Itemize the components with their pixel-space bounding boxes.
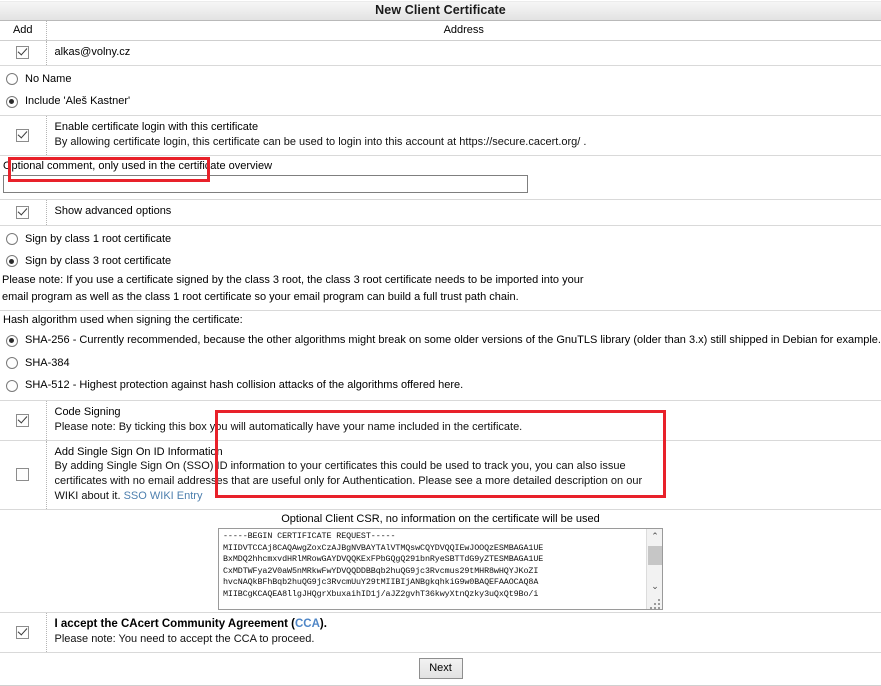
- radio-option-class3-root[interactable]: Sign by class 3 root certificate: [0, 250, 881, 273]
- radio-sha256-icon[interactable]: [6, 335, 18, 347]
- csr-textarea-wrapper: -----BEGIN CERTIFICATE REQUEST----- MIID…: [218, 528, 663, 610]
- radio-class3-root-label: Sign by class 3 root certificate: [24, 253, 171, 270]
- scroll-down-arrow-icon[interactable]: ⌄: [647, 579, 663, 594]
- code-signing-row: Code Signing Please note: By ticking thi…: [0, 400, 881, 440]
- scroll-up-arrow-icon[interactable]: ⌃: [647, 529, 663, 544]
- code-signing-checkbox-cell[interactable]: [0, 400, 46, 440]
- code-signing-note: Please note: By ticking this box you wil…: [55, 420, 876, 435]
- radio-sha384-icon[interactable]: [6, 357, 18, 369]
- csr-scrollbar[interactable]: ⌃ ⌄: [646, 529, 662, 610]
- cert-login-checkbox-cell[interactable]: [0, 115, 46, 155]
- cert-login-row: Enable certificate login with this certi…: [0, 115, 881, 155]
- root-options-cell: Sign by class 1 root certificate Sign by…: [0, 225, 881, 311]
- cca-link[interactable]: CCA: [295, 618, 320, 630]
- sso-title: Add Single Sign On ID Information: [55, 445, 876, 460]
- csr-cell: Optional Client CSR, no information on t…: [0, 509, 881, 612]
- accept-cca-checkbox-cell[interactable]: [0, 612, 46, 652]
- accept-cca-row: I accept the CAcert Community Agreement …: [0, 612, 881, 652]
- radio-option-sha512[interactable]: SHA-512 - Highest protection against has…: [0, 374, 881, 397]
- certificate-form-table: New Client Certificate Add Address alkas…: [0, 0, 881, 686]
- accept-cca-note: Please note: You need to accept the CCA …: [55, 632, 876, 647]
- accept-cca-checkbox[interactable]: [16, 626, 29, 639]
- accept-cca-title-prefix: I accept the CAcert Community Agreement …: [55, 618, 295, 630]
- hash-algorithm-row: Hash algorithm used when signing the cer…: [0, 311, 881, 401]
- address-value: alkas@volny.cz: [46, 41, 881, 66]
- resize-grip-icon[interactable]: [650, 599, 661, 610]
- address-checkbox[interactable]: [16, 46, 29, 59]
- csr-text-content: -----BEGIN CERTIFICATE REQUEST----- MIID…: [223, 531, 637, 601]
- sso-note-prefix: WIKI about it.: [55, 490, 124, 502]
- sso-wiki-entry-link[interactable]: SSO WIKI Entry: [124, 490, 203, 502]
- accept-cca-title-suffix: ).: [320, 618, 327, 630]
- comment-row: Optional comment, only used in the certi…: [0, 155, 881, 199]
- radio-include-name-label: Include 'Aleš Kastner': [24, 93, 130, 110]
- radio-option-no-name[interactable]: No Name: [0, 68, 881, 91]
- sso-note-line-1: By adding Single Sign On (SSO) ID inform…: [55, 459, 876, 474]
- csr-textarea[interactable]: -----BEGIN CERTIFICATE REQUEST----- MIID…: [218, 528, 663, 610]
- root-note-line-1: Please note: If you use a certificate si…: [0, 273, 881, 291]
- new-client-certificate-page: New Client Certificate Add Address alkas…: [0, 0, 881, 556]
- footer-row: Next: [0, 653, 881, 686]
- csr-row: Optional Client CSR, no information on t…: [0, 509, 881, 612]
- cert-login-note: By allowing certificate login, this cert…: [55, 135, 876, 150]
- comment-label: Optional comment, only used in the certi…: [0, 157, 881, 174]
- advanced-checkbox-cell[interactable]: [0, 199, 46, 225]
- radio-no-name-icon[interactable]: [6, 73, 18, 85]
- radio-class3-root-icon[interactable]: [6, 255, 18, 267]
- csr-scrollbar-thumb[interactable]: [648, 546, 662, 565]
- radio-no-name-label: No Name: [24, 71, 71, 88]
- root-options-row: Sign by class 1 root certificate Sign by…: [0, 225, 881, 311]
- advanced-options-row: Show advanced options: [0, 199, 881, 225]
- radio-sha384-label: SHA-384: [24, 355, 70, 372]
- comment-input[interactable]: [3, 175, 528, 193]
- sso-note-line-3: WIKI about it. SSO WIKI Entry: [55, 489, 876, 504]
- csr-header-label: Optional Client CSR, no information on t…: [0, 511, 881, 528]
- show-advanced-options-label: Show advanced options: [46, 199, 881, 225]
- root-note-line-2: email program as well as the class 1 roo…: [0, 290, 881, 308]
- title-row: New Client Certificate: [0, 1, 881, 21]
- name-options-row: No Name Include 'Aleš Kastner': [0, 65, 881, 115]
- radio-sha512-label: SHA-512 - Highest protection against has…: [24, 377, 463, 394]
- footer-cell: Next: [0, 653, 881, 686]
- radio-option-sha384[interactable]: SHA-384: [0, 352, 881, 375]
- table-row: alkas@volny.cz: [0, 41, 881, 66]
- column-header-add: Add: [0, 21, 46, 41]
- column-header-address: Address: [46, 21, 881, 41]
- show-advanced-options-checkbox[interactable]: [16, 206, 29, 219]
- address-checkbox-cell[interactable]: [0, 41, 46, 66]
- sso-note-line-2: certificates with no email addresses tha…: [55, 474, 876, 489]
- hash-algorithm-label: Hash algorithm used when signing the cer…: [0, 314, 881, 329]
- sso-row: Add Single Sign On ID Information By add…: [0, 440, 881, 509]
- accept-cca-text-cell: I accept the CAcert Community Agreement …: [46, 612, 881, 652]
- radio-include-name-icon[interactable]: [6, 96, 18, 108]
- radio-option-sha256[interactable]: SHA-256 - Currently recommended, because…: [0, 329, 881, 352]
- comment-cell: Optional comment, only used in the certi…: [0, 155, 881, 199]
- cert-login-title: Enable certificate login with this certi…: [55, 120, 876, 135]
- hash-algorithm-cell: Hash algorithm used when signing the cer…: [0, 311, 881, 401]
- radio-class1-root-label: Sign by class 1 root certificate: [24, 231, 171, 248]
- code-signing-text-cell: Code Signing Please note: By ticking thi…: [46, 400, 881, 440]
- radio-option-class1-root[interactable]: Sign by class 1 root certificate: [0, 228, 881, 251]
- next-button[interactable]: Next: [419, 658, 463, 679]
- radio-sha512-icon[interactable]: [6, 380, 18, 392]
- page-title: New Client Certificate: [0, 1, 881, 21]
- sso-checkbox-cell[interactable]: [0, 440, 46, 509]
- radio-class1-root-icon[interactable]: [6, 233, 18, 245]
- cert-login-checkbox[interactable]: [16, 129, 29, 142]
- radio-sha256-label: SHA-256 - Currently recommended, because…: [24, 332, 881, 349]
- accept-cca-title: I accept the CAcert Community Agreement …: [55, 617, 876, 633]
- cert-login-text-cell: Enable certificate login with this certi…: [46, 115, 881, 155]
- sso-text-cell: Add Single Sign On ID Information By add…: [46, 440, 881, 509]
- column-header-row: Add Address: [0, 21, 881, 41]
- code-signing-title: Code Signing: [55, 405, 876, 420]
- name-options-cell: No Name Include 'Aleš Kastner': [0, 65, 881, 115]
- code-signing-checkbox[interactable]: [16, 414, 29, 427]
- sso-checkbox[interactable]: [16, 468, 29, 481]
- radio-option-include-name[interactable]: Include 'Aleš Kastner': [0, 90, 881, 113]
